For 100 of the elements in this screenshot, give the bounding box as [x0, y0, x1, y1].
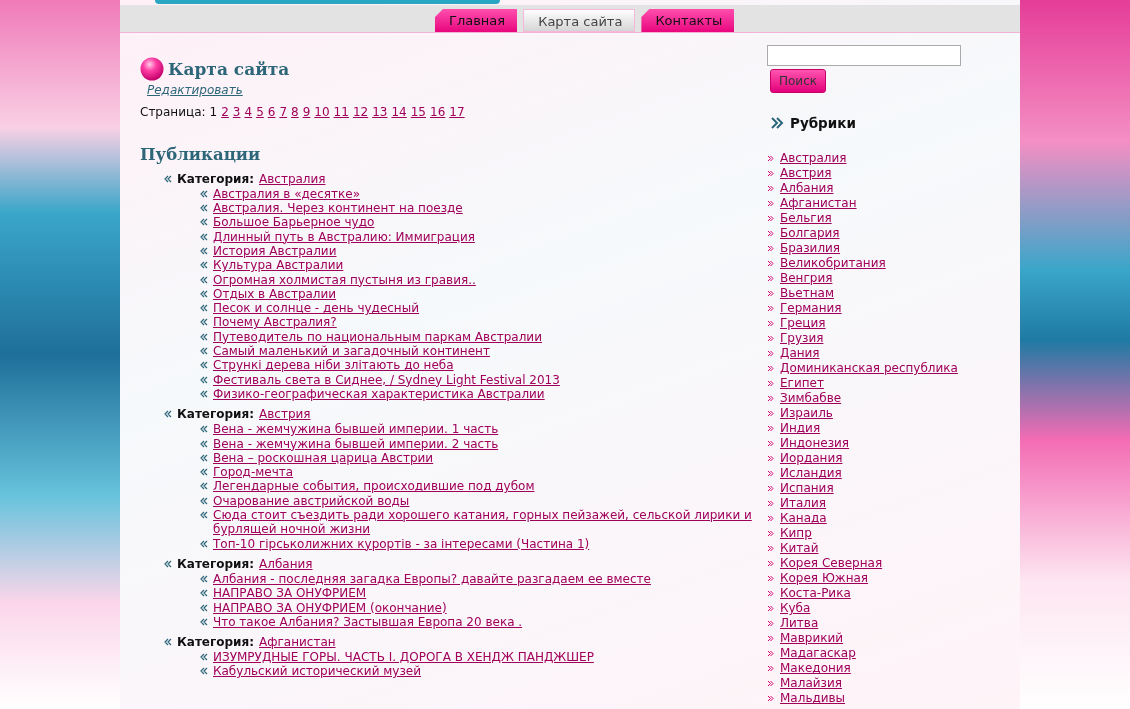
post-link[interactable]: Австралия в «десятке»: [213, 186, 361, 202]
category-link[interactable]: Австрия: [780, 166, 832, 182]
post-link[interactable]: НАПРАВО ЗА ОНУФРИЕМ (окончание): [213, 600, 447, 615]
category-link[interactable]: Германия: [780, 301, 842, 317]
nav-tab[interactable]: Карта сайта: [523, 9, 636, 32]
page-link[interactable]: 12: [352, 103, 369, 121]
category-label: Категория:: [177, 406, 254, 423]
post-link[interactable]: Топ-10 гірськолижних курортів - за інтересами (Частина 1): [213, 536, 590, 551]
category-link[interactable]: Венгрия: [780, 271, 833, 287]
post-link[interactable]: Физико-географическая характеристика Австралии: [213, 386, 545, 402]
category-link[interactable]: Индия: [780, 421, 821, 437]
post-link[interactable]: Албания - последняя загадка Европы? давайте разгадаем ее вместе: [213, 571, 651, 587]
category-link[interactable]: Доминиканская республика: [780, 361, 958, 377]
post-link[interactable]: Почему Австралия?: [213, 315, 337, 330]
page-link[interactable]: 5: [256, 103, 264, 121]
category-link[interactable]: Австралия: [259, 170, 326, 187]
post-link[interactable]: Огромная холмистая пустыня из гравия..: [213, 272, 476, 287]
nav-tab[interactable]: Контакты: [641, 9, 735, 32]
category-link[interactable]: Македония: [780, 661, 851, 677]
category-link[interactable]: Кипр: [780, 526, 812, 542]
category-link[interactable]: Албания: [780, 181, 834, 197]
post-link[interactable]: Сюда стоит съездить ради хорошего катания, горных пейзажей, сельской лирики и бурлящей ночной жизни: [213, 508, 760, 537]
post-link[interactable]: Австралия. Через континент на поезде: [213, 201, 463, 216]
category-link[interactable]: Бельгия: [780, 211, 832, 227]
page-link[interactable]: 11: [333, 103, 349, 121]
category-link[interactable]: Египет: [780, 376, 824, 392]
search-field[interactable]: [767, 45, 961, 66]
page-link[interactable]: 6: [267, 103, 276, 121]
nav-tab[interactable]: Главная: [435, 9, 518, 32]
chevron-icon: [767, 275, 774, 283]
category-link[interactable]: Китай: [780, 541, 819, 557]
chevron-icon: [767, 320, 774, 328]
category-link[interactable]: Греция: [780, 316, 826, 332]
category-link[interactable]: Афганистан: [259, 634, 336, 651]
edit-link[interactable]: Редактировать: [147, 83, 243, 97]
category-link[interactable]: Корея Северная: [780, 556, 883, 572]
post-link[interactable]: Культура Австралии: [213, 258, 344, 273]
category-link[interactable]: Грузия: [780, 331, 824, 347]
page-link[interactable]: 4: [244, 103, 253, 121]
category-link[interactable]: Маврикий: [780, 631, 844, 647]
category-link[interactable]: Иордания: [780, 451, 843, 467]
category-link[interactable]: Вьетнам: [780, 286, 834, 302]
chevron-icon: [767, 200, 774, 208]
category-link[interactable]: Малайзия: [780, 676, 842, 692]
post-link[interactable]: Стрункі дерева ніби злітають до неба: [213, 358, 454, 373]
post-link[interactable]: Отдых в Австралии: [213, 286, 337, 302]
chevron-icon: [767, 425, 774, 433]
post-link[interactable]: Большое Барьерное чудо: [213, 215, 375, 230]
double-chevron-icon: [164, 410, 172, 419]
post-link[interactable]: История Австралии: [213, 244, 337, 259]
post-link[interactable]: Самый маленький и загадочный континент: [213, 344, 490, 359]
post-link[interactable]: Вена - жемчужина бывшей империи. 1 часть: [213, 422, 499, 437]
post-link[interactable]: Легендарные события, происходившие под дубом: [213, 479, 535, 494]
page-link[interactable]: 7: [279, 103, 288, 121]
post-link[interactable]: НАПРАВО ЗА ОНУФРИЕМ: [213, 586, 367, 601]
post-link[interactable]: Песок и солнце - день чудесный: [213, 301, 419, 316]
category-link[interactable]: Коста-Рика: [780, 586, 851, 602]
post-link[interactable]: Вена – роскошная царица Австрии: [213, 450, 434, 466]
category-link[interactable]: Дания: [780, 346, 820, 362]
post-link[interactable]: Фестиваль света в Сиднее, / Sydney Light Festival 2013: [213, 372, 560, 387]
category-link[interactable]: Австралия: [780, 151, 847, 167]
post-link[interactable]: Город-мечта: [213, 465, 294, 480]
page-link[interactable]: 9: [302, 103, 311, 121]
category-link[interactable]: Мальдивы: [780, 691, 846, 707]
post-link[interactable]: Очарование австрийской воды: [213, 493, 410, 509]
post-link[interactable]: ИЗУМРУДНЫЕ ГОРЫ. ЧАСТЬ I. ДОРОГА В ХЕНДЖ ПАНДЖШЕР: [213, 650, 594, 665]
category-link[interactable]: Зимбабве: [780, 391, 842, 407]
category-link[interactable]: Мадагаскар: [780, 646, 856, 662]
post-link[interactable]: Что такое Албания? Застывшая Европа 20 века .: [213, 614, 523, 630]
page-link[interactable]: 17: [449, 103, 465, 121]
category-link[interactable]: Албания: [259, 555, 313, 572]
post-link[interactable]: Вена - жемчужина бывшей империи. 2 часть: [213, 436, 499, 451]
page-link[interactable]: 16: [430, 103, 446, 121]
category-link[interactable]: Канада: [780, 511, 827, 527]
category-link[interactable]: Италия: [780, 496, 826, 512]
page-link[interactable]: 13: [372, 103, 388, 121]
page-link[interactable]: 3: [232, 103, 241, 121]
category-link[interactable]: Куба: [780, 601, 811, 617]
page-link[interactable]: 10: [314, 103, 330, 121]
category-link[interactable]: Исландия: [780, 466, 842, 482]
double-chevron-icon: [200, 496, 208, 505]
category-link[interactable]: Австрия: [259, 406, 311, 423]
category-link[interactable]: Испания: [780, 481, 834, 497]
category-link[interactable]: Корея Южная: [780, 571, 869, 587]
double-chevron-icon: [200, 318, 208, 327]
category-link[interactable]: Великобритания: [780, 256, 886, 272]
category-link[interactable]: Болгария: [780, 226, 840, 242]
page-link[interactable]: 8: [291, 103, 299, 121]
chevron-icon: [767, 185, 774, 193]
category-link[interactable]: Бразилия: [780, 241, 841, 257]
post-link[interactable]: Длинный путь в Австралию: Иммиграция: [213, 229, 475, 244]
page-link[interactable]: 14: [391, 103, 407, 121]
page-link[interactable]: 15: [410, 103, 426, 121]
post-link[interactable]: Кабульский исторический музей: [213, 664, 421, 679]
post-link[interactable]: Путеводитель по национальным паркам Австралии: [213, 329, 542, 345]
category-link[interactable]: Израиль: [780, 406, 833, 422]
category-link[interactable]: Афганистан: [780, 196, 857, 212]
category-link[interactable]: Литва: [780, 616, 819, 632]
page-link[interactable]: 2: [221, 103, 229, 121]
category-link[interactable]: Индонезия: [780, 436, 850, 452]
